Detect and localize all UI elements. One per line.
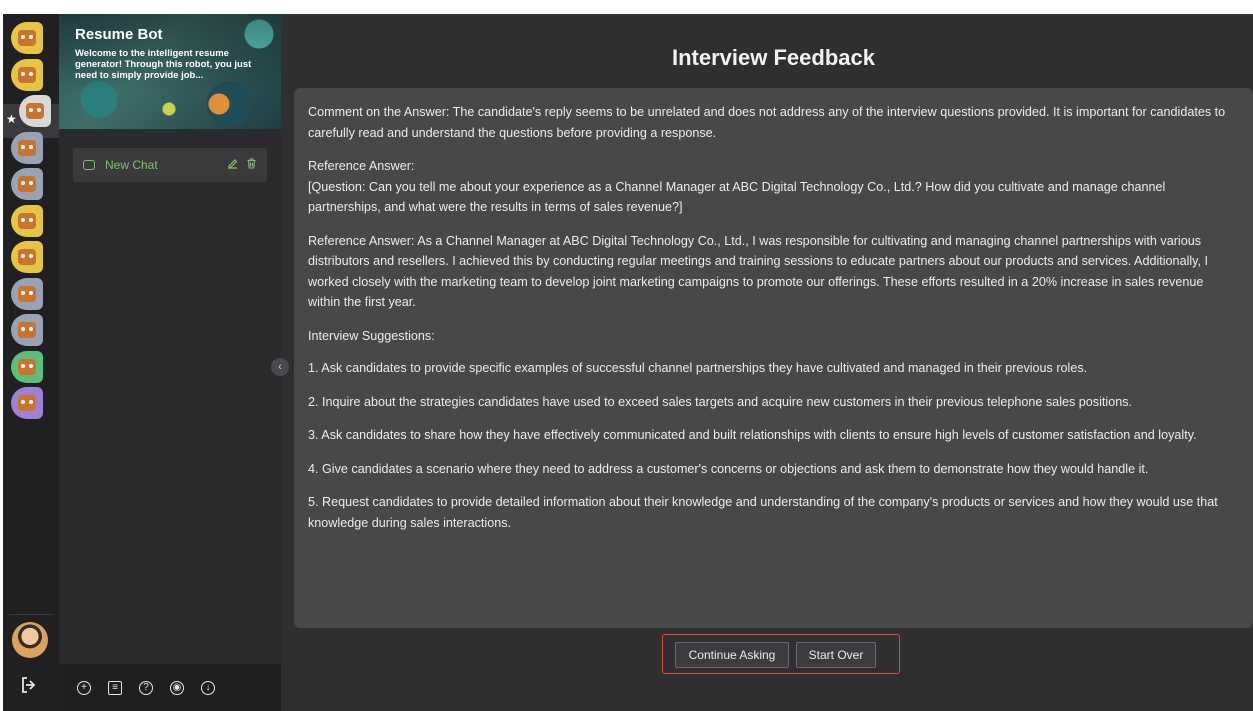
start-over-button[interactable]: Start Over — [796, 642, 876, 668]
chat-title: New Chat — [105, 158, 158, 172]
bot-avatar[interactable] — [11, 131, 43, 164]
answer-comment: Comment on the Answer: The candidate's r… — [308, 105, 1226, 140]
robot-face-icon — [18, 30, 36, 46]
suggestion-item: 1. Ask candidates to provide specific ex… — [308, 361, 1088, 375]
robot-face-icon — [18, 139, 36, 156]
sidebar-footer: + ≡ ? ◉ ↓ — [59, 664, 281, 711]
bot-name: Resume Bot — [75, 26, 163, 43]
bot-avatar[interactable] — [11, 350, 43, 383]
robot-face-icon — [18, 66, 36, 83]
add-icon[interactable]: + — [77, 680, 91, 695]
suggestions-heading: Interview Suggestions: — [308, 328, 435, 343]
robot-face-icon — [18, 176, 36, 192]
chat-bubble-icon — [83, 160, 95, 170]
download-icon[interactable]: ↓ — [201, 680, 215, 695]
page-title: Interview Feedback — [672, 45, 875, 70]
reference-answer: Reference Answer: As a Channel Manager a… — [308, 233, 1209, 310]
bot-avatar[interactable] — [11, 387, 43, 419]
camera-icon[interactable]: ◉ — [170, 680, 184, 695]
reference-question: Reference Answer: [Question: Can you tel… — [308, 159, 1166, 214]
star-icon: ★ — [6, 112, 17, 126]
bot-avatar[interactable] — [11, 22, 43, 54]
suggestion-item: 3. Ask candidates to share how they have… — [308, 428, 1197, 442]
bot-description: Welcome to the intelligent resume genera… — [75, 48, 252, 81]
bot-avatar[interactable] — [11, 168, 43, 200]
delete-icon[interactable] — [246, 158, 257, 172]
help-icon[interactable]: ? — [139, 680, 153, 695]
continue-asking-button[interactable]: Continue Asking — [675, 642, 789, 668]
sidebar: Resume Bot Welcome to the intelligent re… — [59, 14, 281, 711]
bot-avatar[interactable] — [11, 277, 43, 310]
suggestion-item: 4. Give candidates a scenario where they… — [308, 461, 1149, 476]
app-window: ★ Resume Bot Welcome to the intelligent … — [3, 14, 1253, 711]
bot-avatar[interactable] — [11, 241, 43, 273]
collapse-sidebar-button[interactable]: ‹ — [271, 358, 289, 376]
logout-icon[interactable] — [20, 676, 40, 696]
bot-rail: ★ — [3, 14, 59, 711]
user-avatar[interactable] — [12, 622, 48, 658]
bot-avatar[interactable] — [11, 204, 43, 237]
robot-face-icon — [18, 212, 36, 229]
robot-face-icon — [18, 322, 36, 338]
bot-avatar[interactable] — [11, 58, 43, 91]
main-content: Interview Feedback Comment on the Answer… — [281, 14, 1253, 711]
robot-face-icon — [18, 285, 36, 302]
feedback-card: Comment on the Answer: The candidate's r… — [294, 88, 1253, 628]
bot-avatar[interactable] — [19, 95, 51, 127]
rail-divider — [9, 614, 53, 615]
suggestion-item: 5. Request candidates to provide detaile… — [308, 495, 1218, 530]
robot-face-icon — [26, 103, 44, 119]
robot-face-icon — [18, 249, 36, 265]
bot-avatar[interactable] — [11, 314, 43, 346]
suggestion-item: 2. Inquire about the strategies candidat… — [308, 394, 1132, 409]
robot-face-icon — [18, 358, 36, 375]
document-icon[interactable]: ≡ — [108, 680, 122, 695]
edit-icon[interactable] — [227, 158, 238, 172]
robot-face-icon — [18, 395, 36, 411]
chat-item-new-chat[interactable]: New Chat — [73, 148, 267, 182]
